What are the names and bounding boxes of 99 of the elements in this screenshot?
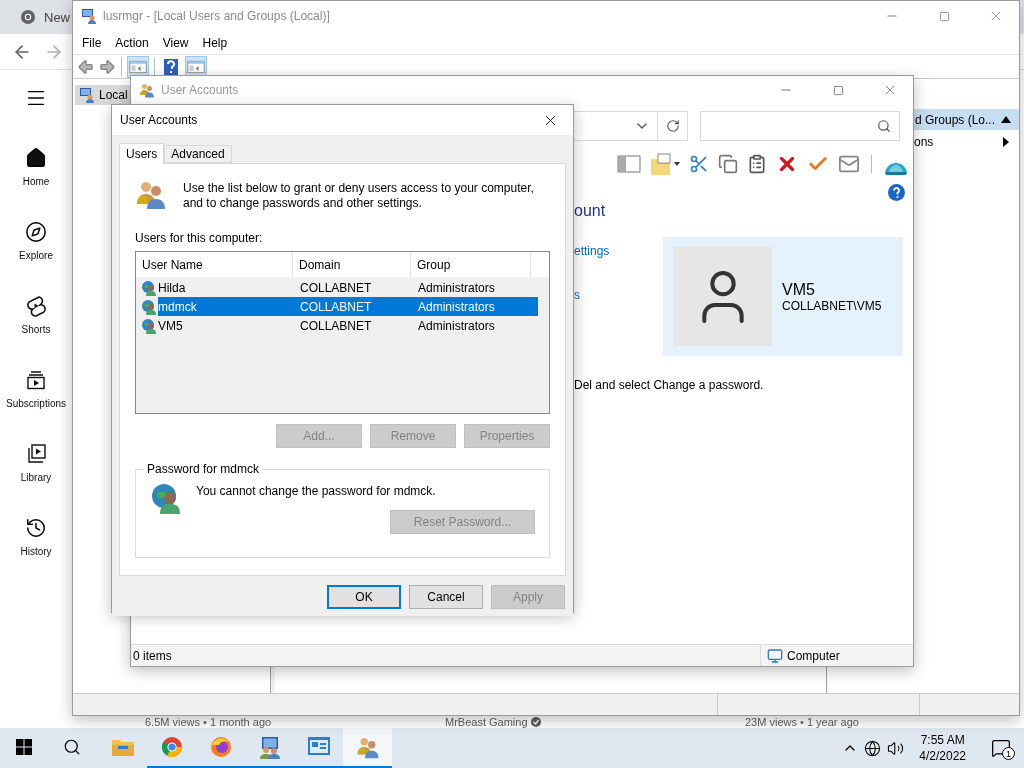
group-legend: Password for mdmck — [144, 462, 263, 476]
pane-icon[interactable] — [617, 155, 641, 173]
shorts-icon — [25, 295, 47, 317]
zone-label: Computer — [787, 648, 840, 663]
account-domain: COLLABNET\VM5 — [782, 298, 882, 313]
dialog-title: User Accounts — [120, 113, 199, 127]
chrome-icon — [160, 736, 183, 758]
users-icon — [355, 735, 380, 759]
menu-item[interactable]: Help — [195, 35, 235, 50]
list-row[interactable]: VM5 COLLABNET Administrators — [158, 316, 538, 335]
firefox-icon — [209, 736, 232, 758]
folder-icon[interactable] — [650, 153, 680, 175]
computer-icon — [79, 87, 95, 103]
actions-header[interactable]: d Groups (Lo... — [914, 109, 1019, 130]
paste-icon[interactable] — [747, 154, 767, 174]
list-label: Users for this computer: — [135, 231, 264, 245]
actions-pane-entry[interactable]: ons — [914, 130, 1019, 154]
sidebar-item[interactable]: Library — [0, 443, 72, 517]
library-icon — [25, 443, 47, 465]
mail-icon[interactable] — [838, 153, 860, 175]
user-globe-icon — [141, 279, 157, 296]
table-cell-text: Administrators — [418, 318, 496, 333]
maximize-icon[interactable] — [832, 84, 844, 96]
account-name: VM5 — [782, 280, 816, 299]
table-cell-text: COLLABNET — [300, 318, 373, 333]
history-icon — [25, 517, 47, 539]
computer-users-icon — [257, 735, 282, 759]
notifications-button[interactable]: 1 — [978, 728, 1024, 768]
volume-icon[interactable] — [887, 739, 905, 757]
sidebar-item[interactable]: History — [0, 517, 72, 591]
menu-item[interactable]: Action — [108, 35, 156, 50]
list-row[interactable]: mdmck COLLABNET Administrators — [158, 297, 538, 316]
collapse-icon — [1001, 116, 1011, 123]
instruction-text: Del and select Change a password. — [574, 378, 765, 392]
tab[interactable]: Advanced — [164, 145, 232, 163]
window-title: lusrmgr - [Local Users and Groups (Local)] — [103, 9, 331, 23]
compass-icon — [25, 221, 47, 243]
action-pane-icon[interactable] — [187, 58, 205, 75]
help-icon[interactable] — [164, 58, 178, 75]
menu-item[interactable]: View — [155, 35, 196, 50]
section-heading: ount — [574, 202, 607, 220]
table-cell-text: Administrators — [418, 280, 496, 295]
video-meta: MrBeast Gaming — [445, 716, 745, 728]
settings-link[interactable]: ettings — [574, 244, 663, 258]
search-field[interactable] — [700, 111, 900, 141]
cut-icon[interactable] — [689, 154, 709, 174]
notification-icon — [991, 738, 1011, 758]
item-count: 0 items — [132, 648, 173, 663]
sidebar-item[interactable]: Home — [0, 147, 72, 221]
submenu-icon — [1003, 137, 1009, 147]
chrome-icon — [20, 9, 36, 25]
users-icon — [139, 82, 155, 98]
table-cell-text: COLLABNET — [300, 299, 373, 314]
app-icon — [81, 8, 97, 24]
video-meta: 6.5M views • 1 month ago — [145, 716, 273, 728]
column-header[interactable]: Group — [411, 252, 531, 277]
password-message: You cannot change the password for mdmck. — [196, 484, 436, 498]
windows-icon — [16, 739, 32, 755]
user-globe-icon — [141, 317, 157, 334]
intro-text: Use the list below to grant or deny users access to your computer, and to change passwords and other settings. — [183, 181, 535, 211]
taskbar-app[interactable] — [343, 728, 392, 768]
copy-icon[interactable] — [718, 154, 738, 174]
user-globe-icon — [150, 482, 182, 514]
window-title: User Accounts — [161, 83, 240, 97]
column-header[interactable]: Domain — [293, 252, 411, 277]
folder-icon — [110, 737, 135, 757]
user-globe-icon — [141, 298, 157, 315]
maximize-icon[interactable] — [938, 10, 950, 22]
search-icon[interactable] — [63, 738, 81, 756]
dialog-button[interactable]: OK — [327, 585, 401, 609]
table-cell-text: Hilda — [158, 280, 187, 295]
list-row[interactable]: Hilda COLLABNET Administrators — [158, 278, 538, 297]
table-cell-text: Administrators — [418, 299, 496, 314]
table-cell-text: COLLABNET — [300, 280, 373, 295]
sidebar-item[interactable]: Explore — [0, 221, 72, 295]
notification-count: 1 — [1002, 747, 1015, 760]
tab-title[interactable]: New — [44, 9, 70, 25]
show-tree-icon[interactable] — [129, 58, 147, 75]
sidebar-item[interactable]: Subscriptions — [0, 369, 72, 443]
sidebar-item[interactable]: Shorts — [0, 295, 72, 369]
dialog-button[interactable]: Cancel — [409, 585, 483, 609]
video-meta: 23M views • 1 year ago — [745, 716, 860, 728]
column-header[interactable]: User Name — [136, 252, 293, 277]
table-cell-text: VM5 — [158, 318, 184, 333]
tab[interactable]: Users — [119, 143, 165, 164]
forward-icon[interactable] — [98, 57, 116, 76]
monitor-icon — [767, 647, 783, 664]
menu-item[interactable]: File — [75, 35, 109, 50]
settings-link[interactable]: s — [574, 288, 663, 302]
search-icon — [877, 119, 891, 133]
control-panel-icon — [306, 736, 331, 758]
refresh-icon[interactable] — [665, 119, 680, 133]
table-cell-text: mdmck — [158, 299, 198, 314]
help-icon[interactable] — [888, 184, 905, 201]
back-icon[interactable] — [77, 57, 95, 76]
home-icon — [25, 147, 47, 169]
subscriptions-icon — [25, 369, 47, 391]
network-icon[interactable] — [864, 739, 882, 757]
clock[interactable]: 7:55 AM 4/2/2022 — [907, 732, 978, 764]
